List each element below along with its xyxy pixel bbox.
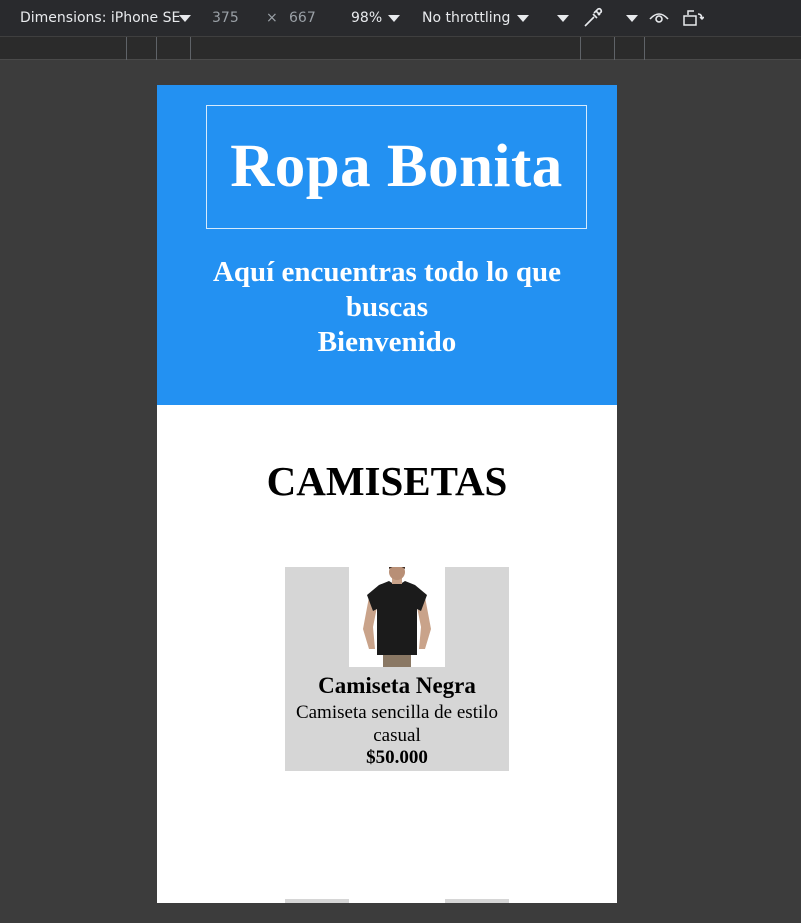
tagline: Aquí encuentras todo lo que buscas Bienv… (187, 255, 587, 360)
width-input[interactable]: 375 (212, 10, 239, 26)
dimensions-chevron-down-icon[interactable] (179, 15, 191, 22)
ruler-tick (190, 37, 191, 60)
throttling-chevron-down-icon[interactable] (517, 15, 529, 22)
eyedropper-icon[interactable] (582, 7, 604, 33)
eye-icon[interactable] (648, 10, 670, 30)
hero-banner: Ropa Bonita Aquí encuentras todo lo que … (157, 85, 617, 405)
tagline-line: Aquí encuentras todo lo que (212, 256, 562, 288)
ruler-tick (644, 37, 645, 60)
site-title: Ropa Bonita (230, 133, 563, 200)
ruler-tick (126, 37, 127, 60)
ruler-tick (580, 37, 581, 60)
product-price: $50.000 (366, 747, 428, 768)
welcome-text: Bienvenido (317, 326, 457, 358)
height-input[interactable]: 667 (289, 10, 316, 26)
black-tshirt-photo (349, 567, 445, 667)
rotate-icon[interactable] (682, 8, 705, 32)
dimensions-select[interactable]: Dimensions: iPhone SE (20, 10, 180, 26)
product-card-partial[interactable] (285, 899, 509, 903)
section-title: CAMISETAS (266, 458, 508, 504)
product-image (349, 899, 445, 903)
tools-chevron-down-icon[interactable] (626, 15, 638, 22)
zoom-chevron-down-icon[interactable] (388, 15, 400, 22)
device-toolbar: Dimensions: iPhone SE 375 × 667 98% No t… (0, 0, 801, 36)
times-icon: × (266, 10, 278, 26)
zoom-select[interactable]: 98% (351, 10, 382, 26)
tagline-line: buscas (345, 291, 429, 323)
product-image (349, 567, 445, 667)
throttling-select[interactable]: No throttling (422, 10, 510, 26)
more-chevron-down-icon[interactable] (557, 15, 569, 22)
ruler-tick (614, 37, 615, 60)
device-viewport: Ropa Bonita Aquí encuentras todo lo que … (157, 85, 617, 903)
ruler-tick (156, 37, 157, 60)
product-description: Camiseta sencilla de estilo casual (295, 702, 499, 746)
product-card[interactable]: Camiseta Negra Camiseta sencilla de esti… (285, 567, 509, 771)
product-name: Camiseta Negra (318, 673, 476, 698)
site-title-box: Ropa Bonita (206, 105, 587, 229)
media-query-ruler (0, 36, 801, 60)
